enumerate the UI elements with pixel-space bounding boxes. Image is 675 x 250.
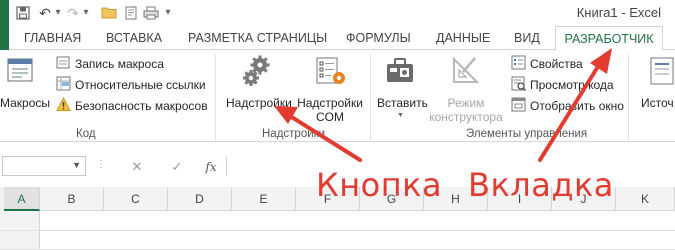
quick-print-icon[interactable] <box>142 4 160 22</box>
record-macro-label[interactable]: Запись макроса <box>75 57 164 71</box>
folder-icon[interactable] <box>100 4 118 22</box>
design-mode-label-line2[interactable]: конструктора <box>425 110 507 124</box>
group-separator <box>370 54 371 140</box>
group-separator <box>628 54 629 140</box>
tab-page-layout[interactable]: РАЗМЕТКА СТРАНИЦЫ <box>188 26 327 50</box>
tab-view[interactable]: ВИД <box>514 26 540 50</box>
save-icon[interactable] <box>14 4 32 22</box>
name-box[interactable]: ▼ <box>2 156 86 176</box>
insert-function-button[interactable]: fx <box>202 158 220 176</box>
addins-group-label: Надстройки <box>262 128 326 140</box>
formula-bar-resize-handle[interactable]: ⋮ <box>96 159 106 170</box>
properties-icon[interactable] <box>511 55 526 75</box>
annotation-tab-label: Вкладка <box>468 166 614 204</box>
column-header-c[interactable]: C <box>104 187 168 211</box>
name-box-dropdown-icon[interactable]: ▼ <box>72 160 81 170</box>
ribbon-developer: Макросы Запись макроса Относительные ссы… <box>0 50 675 142</box>
tab-insert[interactable]: ВСТАВКА <box>106 26 162 50</box>
macro-security-icon[interactable] <box>56 96 71 117</box>
macros-label[interactable]: Макросы <box>0 96 50 110</box>
view-code-button[interactable]: Просмотр кода <box>530 78 614 92</box>
ribbon-tab-row: ГЛАВНАЯ ВСТАВКА РАЗМЕТКА СТРАНИЦЫ ФОРМУЛ… <box>0 26 675 51</box>
com-addins-label-line2[interactable]: COM <box>295 110 365 124</box>
run-dialog-button[interactable]: Отобразить окно <box>530 99 624 113</box>
design-mode-icon[interactable] <box>451 55 481 90</box>
window-title: Книга1 - Excel <box>576 5 661 20</box>
column-header-a[interactable]: A <box>4 187 40 211</box>
column-header-k[interactable]: K <box>616 187 675 211</box>
annotation-button-label: Кнопка <box>316 166 443 204</box>
macros-icon[interactable] <box>6 56 36 91</box>
column-header-b[interactable]: B <box>40 187 104 211</box>
column-header-d[interactable]: D <box>168 187 232 211</box>
tab-developer[interactable]: РАЗРАБОТЧИК <box>555 26 663 51</box>
code-group-label: Код <box>76 128 96 140</box>
view-code-icon[interactable] <box>511 76 527 96</box>
addins-gear-icon[interactable] <box>240 54 274 93</box>
tab-file[interactable] <box>0 26 9 50</box>
source-icon[interactable] <box>650 56 674 91</box>
properties-button[interactable]: Свойства <box>530 57 583 71</box>
com-addins-label-line1[interactable]: Надстройки <box>295 96 365 110</box>
com-addins-icon[interactable] <box>315 55 347 92</box>
enter-formula-button[interactable]: ✓ <box>168 158 186 176</box>
cancel-formula-button[interactable]: ✕ <box>128 158 146 176</box>
customize-qat-icon[interactable]: ▾ <box>162 5 174 21</box>
design-mode-label-line1[interactable]: Режим <box>430 96 502 110</box>
tab-data[interactable]: ДАННЫЕ <box>436 26 490 50</box>
undo-dropdown-icon[interactable]: ▾ <box>52 5 64 21</box>
controls-group-label: Элементы управления <box>466 128 588 140</box>
tab-home[interactable]: ГЛАВНАЯ <box>24 26 81 50</box>
run-dialog-icon[interactable] <box>511 97 526 117</box>
row-header[interactable] <box>0 211 40 231</box>
grid-line <box>0 230 675 231</box>
insert-dropdown-icon[interactable]: ▼ <box>397 112 404 119</box>
macro-security-label[interactable]: Безопасность макросов <box>75 99 208 113</box>
redo-dropdown-icon[interactable]: ▾ <box>80 5 92 21</box>
column-header-e[interactable]: E <box>232 187 296 211</box>
record-macro-icon[interactable] <box>56 55 71 75</box>
row-header[interactable] <box>0 231 40 250</box>
relative-references-label[interactable]: Относительные ссылки <box>75 78 206 92</box>
print-preview-icon[interactable] <box>122 4 140 22</box>
excel-accent-strip <box>0 0 9 26</box>
group-separator <box>215 54 216 140</box>
tab-formulas[interactable]: ФОРМУЛЫ <box>346 26 411 50</box>
insert-controls-icon[interactable] <box>385 55 415 90</box>
addins-button[interactable]: Надстройки <box>226 96 292 110</box>
source-button[interactable]: Источ <box>641 96 674 110</box>
insert-controls-button[interactable]: Вставить <box>377 96 428 110</box>
relative-references-icon[interactable] <box>56 76 71 96</box>
title-bar: ↶ ▾ ↷ ▾ ▾ Книга1 - Excel <box>0 0 675 26</box>
